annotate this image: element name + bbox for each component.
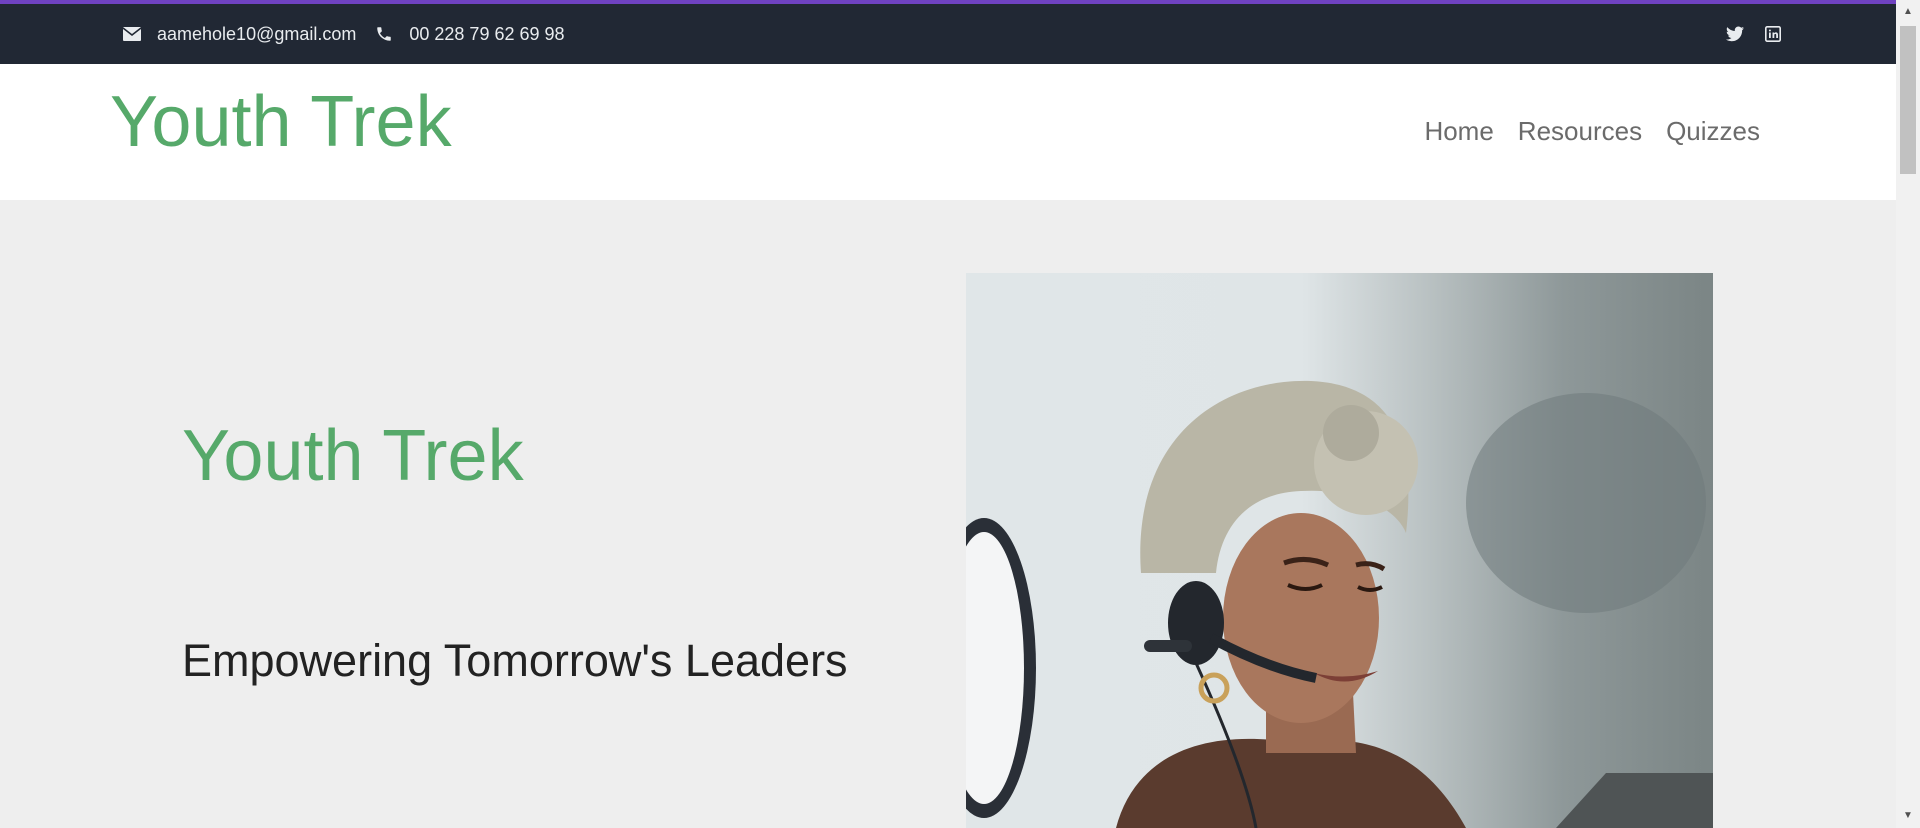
envelope-icon bbox=[122, 24, 142, 44]
nav-link-home[interactable]: Home bbox=[1424, 116, 1493, 147]
hero-image bbox=[966, 273, 1713, 828]
hero-photo-illustration bbox=[966, 380, 1713, 828]
scroll-down-arrow-icon[interactable]: ▼ bbox=[1902, 810, 1914, 822]
email-contact[interactable]: aamehole10@gmail.com bbox=[122, 24, 356, 45]
hero-subtitle: Empowering Tomorrow's Leaders bbox=[182, 635, 848, 686]
scrollbar-thumb[interactable] bbox=[1900, 26, 1916, 174]
nav-link-resources[interactable]: Resources bbox=[1518, 116, 1642, 147]
top-contact-bar: aamehole10@gmail.com 00 228 79 62 69 98 bbox=[0, 4, 1896, 64]
twitter-icon[interactable] bbox=[1726, 25, 1744, 43]
phone-contact[interactable]: 00 228 79 62 69 98 bbox=[374, 24, 565, 45]
linkedin-icon[interactable] bbox=[1764, 25, 1782, 43]
hero-title: Youth Trek bbox=[182, 416, 524, 496]
main-navbar: Youth Trek Home Resources Quizzes bbox=[0, 64, 1896, 200]
brand-logo-link[interactable]: Youth Trek bbox=[110, 86, 452, 158]
hero-section: Youth Trek Empowering Tomorrow's Leaders bbox=[0, 200, 1896, 828]
email-text[interactable]: aamehole10@gmail.com bbox=[157, 24, 356, 45]
vertical-scrollbar[interactable]: ▲ ▼ bbox=[1896, 0, 1920, 828]
nav-link-quizzes[interactable]: Quizzes bbox=[1666, 116, 1760, 147]
contact-info: aamehole10@gmail.com 00 228 79 62 69 98 bbox=[122, 4, 583, 64]
scroll-up-arrow-icon[interactable]: ▲ bbox=[1902, 6, 1914, 18]
social-links bbox=[1726, 4, 1782, 64]
nav-links: Home Resources Quizzes bbox=[1424, 116, 1760, 147]
phone-text[interactable]: 00 228 79 62 69 98 bbox=[409, 24, 564, 45]
phone-icon bbox=[374, 24, 394, 44]
